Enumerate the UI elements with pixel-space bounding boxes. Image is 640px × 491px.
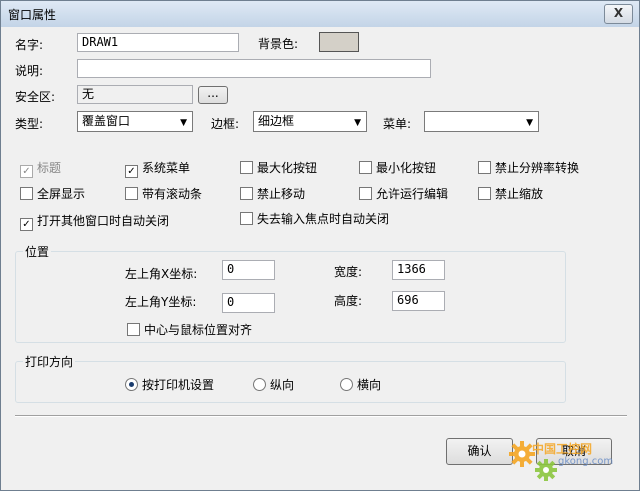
safe-field: 无 — [77, 85, 193, 104]
radio-landscape[interactable]: 横向 — [340, 376, 381, 393]
y-label: 左上角Y坐标: — [125, 295, 197, 309]
checkbox-system-menu[interactable]: ✓ 系统菜单 — [125, 159, 190, 178]
checkbox-no-zoom[interactable]: 禁止缩放 — [478, 185, 543, 202]
x-input[interactable]: 0 — [222, 260, 275, 280]
radio-dot[interactable] — [340, 378, 353, 391]
desc-input[interactable] — [77, 59, 431, 78]
checkbox-box[interactable]: ✓ — [20, 165, 33, 178]
type-select[interactable]: 覆盖窗口 ▼ — [77, 111, 193, 132]
close-button[interactable]: X — [604, 4, 633, 24]
bgcolor-swatch[interactable] — [319, 32, 359, 52]
checkbox-maximize-button[interactable]: 最大化按钮 — [240, 159, 317, 176]
width-label: 宽度: — [334, 265, 363, 279]
checkbox-runtime-edit[interactable]: 允许运行编辑 — [359, 185, 448, 202]
height-input[interactable]: 696 — [392, 291, 445, 311]
menu-select[interactable]: ▼ — [424, 111, 539, 132]
checkbox-box[interactable] — [359, 187, 372, 200]
title-bar: 窗口属性 X — [1, 1, 639, 27]
checkbox-box[interactable] — [125, 187, 138, 200]
checkbox-close-on-open-other[interactable]: ✓ 打开其他窗口时自动关闭 — [20, 212, 169, 231]
window-properties-dialog: 窗口属性 X 名字: DRAW1 背景色: 说明: 安全区: 无 ... 类型:… — [0, 0, 640, 491]
radio-dot[interactable] — [125, 378, 138, 391]
x-label: 左上角X坐标: — [125, 267, 198, 281]
type-label: 类型: — [15, 117, 44, 131]
name-label: 名字: — [15, 38, 44, 52]
safe-label: 安全区: — [15, 90, 56, 104]
checkbox-box[interactable] — [240, 187, 253, 200]
checkbox-center-align-mouse[interactable]: 中心与鼠标位置对齐 — [127, 321, 252, 338]
chevron-down-icon: ▼ — [354, 118, 361, 128]
close-icon: X — [613, 6, 624, 20]
bgcolor-label: 背景色: — [258, 37, 299, 51]
menu-label: 菜单: — [383, 117, 412, 131]
radio-printer-setting[interactable]: 按打印机设置 — [125, 376, 214, 393]
checkbox-box[interactable] — [20, 187, 33, 200]
position-group — [15, 251, 566, 343]
checkbox-box[interactable]: ✓ — [125, 165, 138, 178]
checkbox-title[interactable]: ✓ 标题 — [20, 159, 61, 178]
checkbox-scrollbars[interactable]: 带有滚动条 — [125, 185, 202, 202]
checkbox-no-resolution-convert[interactable]: 禁止分辨率转换 — [478, 159, 579, 176]
name-input[interactable]: DRAW1 — [77, 33, 239, 52]
type-value: 覆盖窗口 — [82, 114, 131, 128]
y-input[interactable]: 0 — [222, 293, 275, 313]
checkbox-box[interactable] — [240, 161, 253, 174]
chevron-down-icon: ▼ — [180, 118, 187, 128]
gkong-watermark: 中国工控网 gkong.com — [506, 438, 636, 488]
watermark-url: gkong.com — [558, 456, 614, 467]
print-group-title: 打印方向 — [23, 353, 76, 370]
radio-portrait[interactable]: 纵向 — [253, 376, 294, 393]
watermark-text: 中国工控网 — [532, 442, 593, 456]
checkbox-box[interactable]: ✓ — [20, 218, 33, 231]
checkbox-fullscreen[interactable]: 全屏显示 — [20, 185, 85, 202]
ok-button[interactable]: 确认 — [446, 438, 513, 465]
checkbox-box[interactable] — [127, 323, 140, 336]
separator — [15, 415, 627, 417]
chevron-down-icon: ▼ — [526, 118, 533, 128]
checkbox-minimize-button[interactable]: 最小化按钮 — [359, 159, 436, 176]
checkbox-no-move[interactable]: 禁止移动 — [240, 185, 305, 202]
border-select[interactable]: 细边框 ▼ — [253, 111, 367, 132]
safe-browse-button[interactable]: ... — [198, 86, 228, 104]
dialog-title: 窗口属性 — [8, 8, 57, 22]
checkbox-box[interactable] — [359, 161, 372, 174]
checkbox-box[interactable] — [240, 212, 253, 225]
height-label: 高度: — [334, 294, 363, 308]
position-group-title: 位置 — [23, 243, 52, 260]
checkbox-box[interactable] — [478, 161, 491, 174]
checkbox-close-on-focus-lost[interactable]: 失去输入焦点时自动关闭 — [240, 210, 389, 227]
checkbox-box[interactable] — [478, 187, 491, 200]
border-label: 边框: — [211, 117, 240, 131]
width-input[interactable]: 1366 — [392, 260, 445, 280]
radio-dot[interactable] — [253, 378, 266, 391]
desc-label: 说明: — [15, 64, 44, 78]
border-value: 细边框 — [258, 114, 295, 128]
